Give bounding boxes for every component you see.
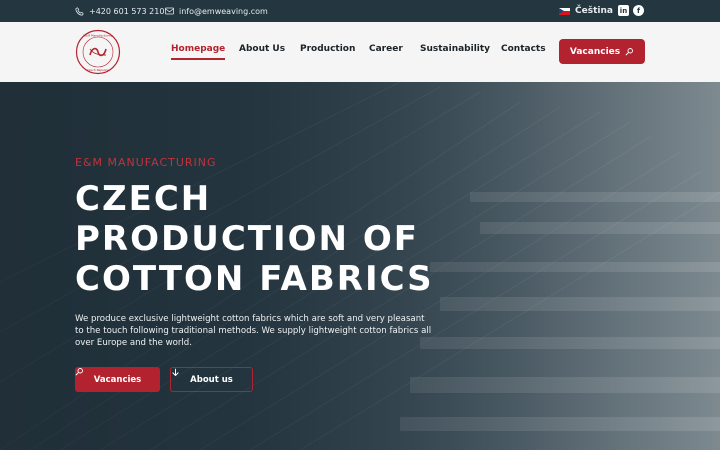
hero-about-us-label: About us [190, 374, 233, 385]
search-icon [75, 368, 83, 376]
hero-eyebrow: E&M MANUFACTURING [75, 156, 217, 169]
email-contact[interactable]: info@emweaving.com [165, 0, 268, 22]
phone-contact[interactable]: +420 601 573 210 [75, 0, 164, 22]
hero-title-line: COTTON FABRICS [75, 259, 434, 299]
em-manufacturing-logo[interactable]: E&M Manufacturing Czech Republic [75, 29, 121, 75]
hero-vacancies-button[interactable]: Vacancies [75, 367, 160, 392]
hero-section: E&M MANUFACTURING CZECH PRODUCTION OF CO… [0, 82, 720, 450]
vacancies-button[interactable]: Vacancies [559, 39, 645, 64]
svg-text:Czech Republic: Czech Republic [87, 68, 110, 72]
nav-production[interactable]: Production [300, 44, 355, 54]
hero-title: CZECH PRODUCTION OF COTTON FABRICS [75, 179, 495, 299]
hero-description: We produce exclusive lightweight cotton … [75, 314, 432, 348]
language-switcher[interactable]: Čeština [559, 0, 613, 22]
czech-flag-icon [559, 7, 570, 15]
phone-icon [75, 6, 84, 16]
search-icon [625, 48, 634, 56]
vacancies-button-label: Vacancies [569, 46, 621, 57]
hero-about-us-button[interactable]: About us [170, 367, 253, 392]
facebook-icon[interactable]: f [633, 5, 644, 16]
phone-number[interactable]: +420 601 573 210 [89, 7, 164, 16]
hero-title-line: CZECH [75, 179, 212, 219]
nav-homepage[interactable]: Homepage [171, 44, 226, 60]
site-header: E&M Manufacturing Czech Republic Homepag… [0, 22, 720, 82]
hero-vacancies-label: Vacancies [93, 374, 142, 385]
top-bar: +420 601 573 210 info@emweaving.com Češt… [0, 0, 720, 22]
linkedin-icon[interactable]: in [618, 5, 629, 16]
nav-contacts[interactable]: Contacts [501, 44, 546, 54]
arrow-down-icon [172, 368, 179, 376]
nav-sustainability[interactable]: Sustainability [420, 44, 490, 54]
language-label[interactable]: Čeština [575, 6, 613, 16]
nav-about-us[interactable]: About Us [239, 44, 285, 54]
email-address[interactable]: info@emweaving.com [179, 7, 268, 16]
hero-title-line: PRODUCTION OF [75, 219, 419, 259]
nav-career[interactable]: Career [369, 44, 403, 54]
svg-text:E&M Manufacturing: E&M Manufacturing [83, 34, 113, 38]
mail-icon [165, 7, 174, 15]
